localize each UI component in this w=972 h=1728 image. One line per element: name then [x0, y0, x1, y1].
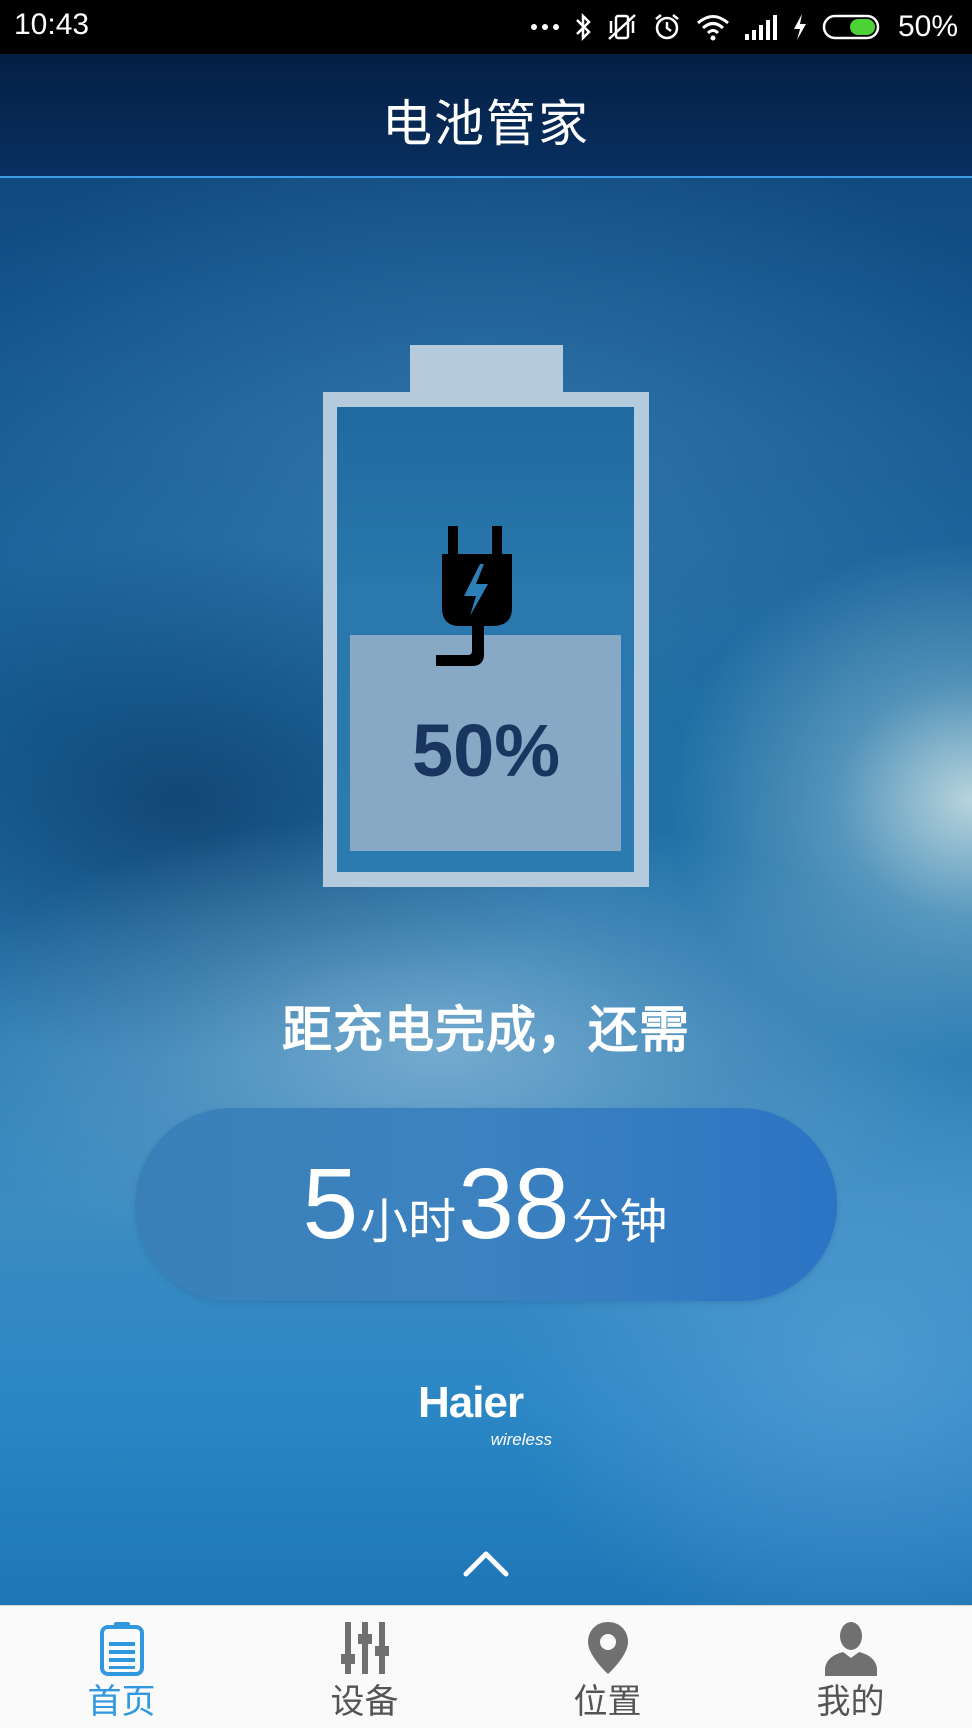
- charge-minutes-unit: 分钟: [571, 1194, 668, 1250]
- signal-icon: [744, 15, 777, 40]
- bottom-nav: 首页 设备 位置 我的: [0, 1605, 972, 1728]
- charging-bolt-icon: [793, 14, 806, 40]
- battery-home-icon: [99, 1622, 144, 1676]
- user-icon: [824, 1622, 877, 1676]
- haier-logo: Haier wireless: [418, 1378, 558, 1450]
- wifi-icon: [696, 15, 729, 41]
- plug-charging-icon: [436, 526, 512, 666]
- location-pin-icon: [587, 1622, 628, 1674]
- status-icons: 50%: [530, 6, 958, 48]
- vibrate-off-icon: [608, 14, 636, 40]
- app-screen: 10:43 50% 电池管家 50% 距充电完成，还需 5 小时 38 分钟 H…: [0, 0, 972, 1728]
- nav-label-home: 首页: [87, 1682, 156, 1722]
- chevron-up-icon[interactable]: [462, 1548, 510, 1578]
- battery-percent: 50%: [411, 709, 561, 792]
- alarm-icon: [655, 14, 679, 40]
- charge-minutes: 38: [458, 1148, 570, 1260]
- nav-label-location: 位置: [573, 1682, 642, 1722]
- nav-label-devices: 设备: [330, 1682, 399, 1722]
- charge-remaining-label: 距充电完成，还需: [282, 1001, 690, 1059]
- nav-item-mine[interactable]: 我的: [729, 1606, 972, 1728]
- sliders-icon: [340, 1622, 389, 1674]
- charge-hours: 5: [302, 1148, 359, 1260]
- page-title: 电池管家: [382, 95, 590, 153]
- app-header: 电池管家: [0, 54, 972, 178]
- status-battery-text: 50%: [897, 10, 958, 43]
- nav-item-home[interactable]: 首页: [0, 1606, 243, 1728]
- nav-item-devices[interactable]: 设备: [243, 1606, 486, 1728]
- nav-item-location[interactable]: 位置: [486, 1606, 729, 1728]
- status-time: 10:43: [14, 8, 90, 41]
- logo-main-text: Haier: [418, 1378, 524, 1427]
- battery-icon: [822, 14, 880, 40]
- battery-cap: [410, 345, 563, 393]
- nav-label-mine: 我的: [816, 1682, 885, 1722]
- status-bar: 10:43 50%: [0, 0, 972, 54]
- charge-time-pill: 5 小时 38 分钟: [135, 1108, 837, 1301]
- bluetooth-icon: [576, 12, 591, 42]
- charge-hours-unit: 小时: [360, 1194, 457, 1250]
- logo-sub-text: wireless: [490, 1430, 552, 1449]
- more-dots-icon: [530, 24, 559, 30]
